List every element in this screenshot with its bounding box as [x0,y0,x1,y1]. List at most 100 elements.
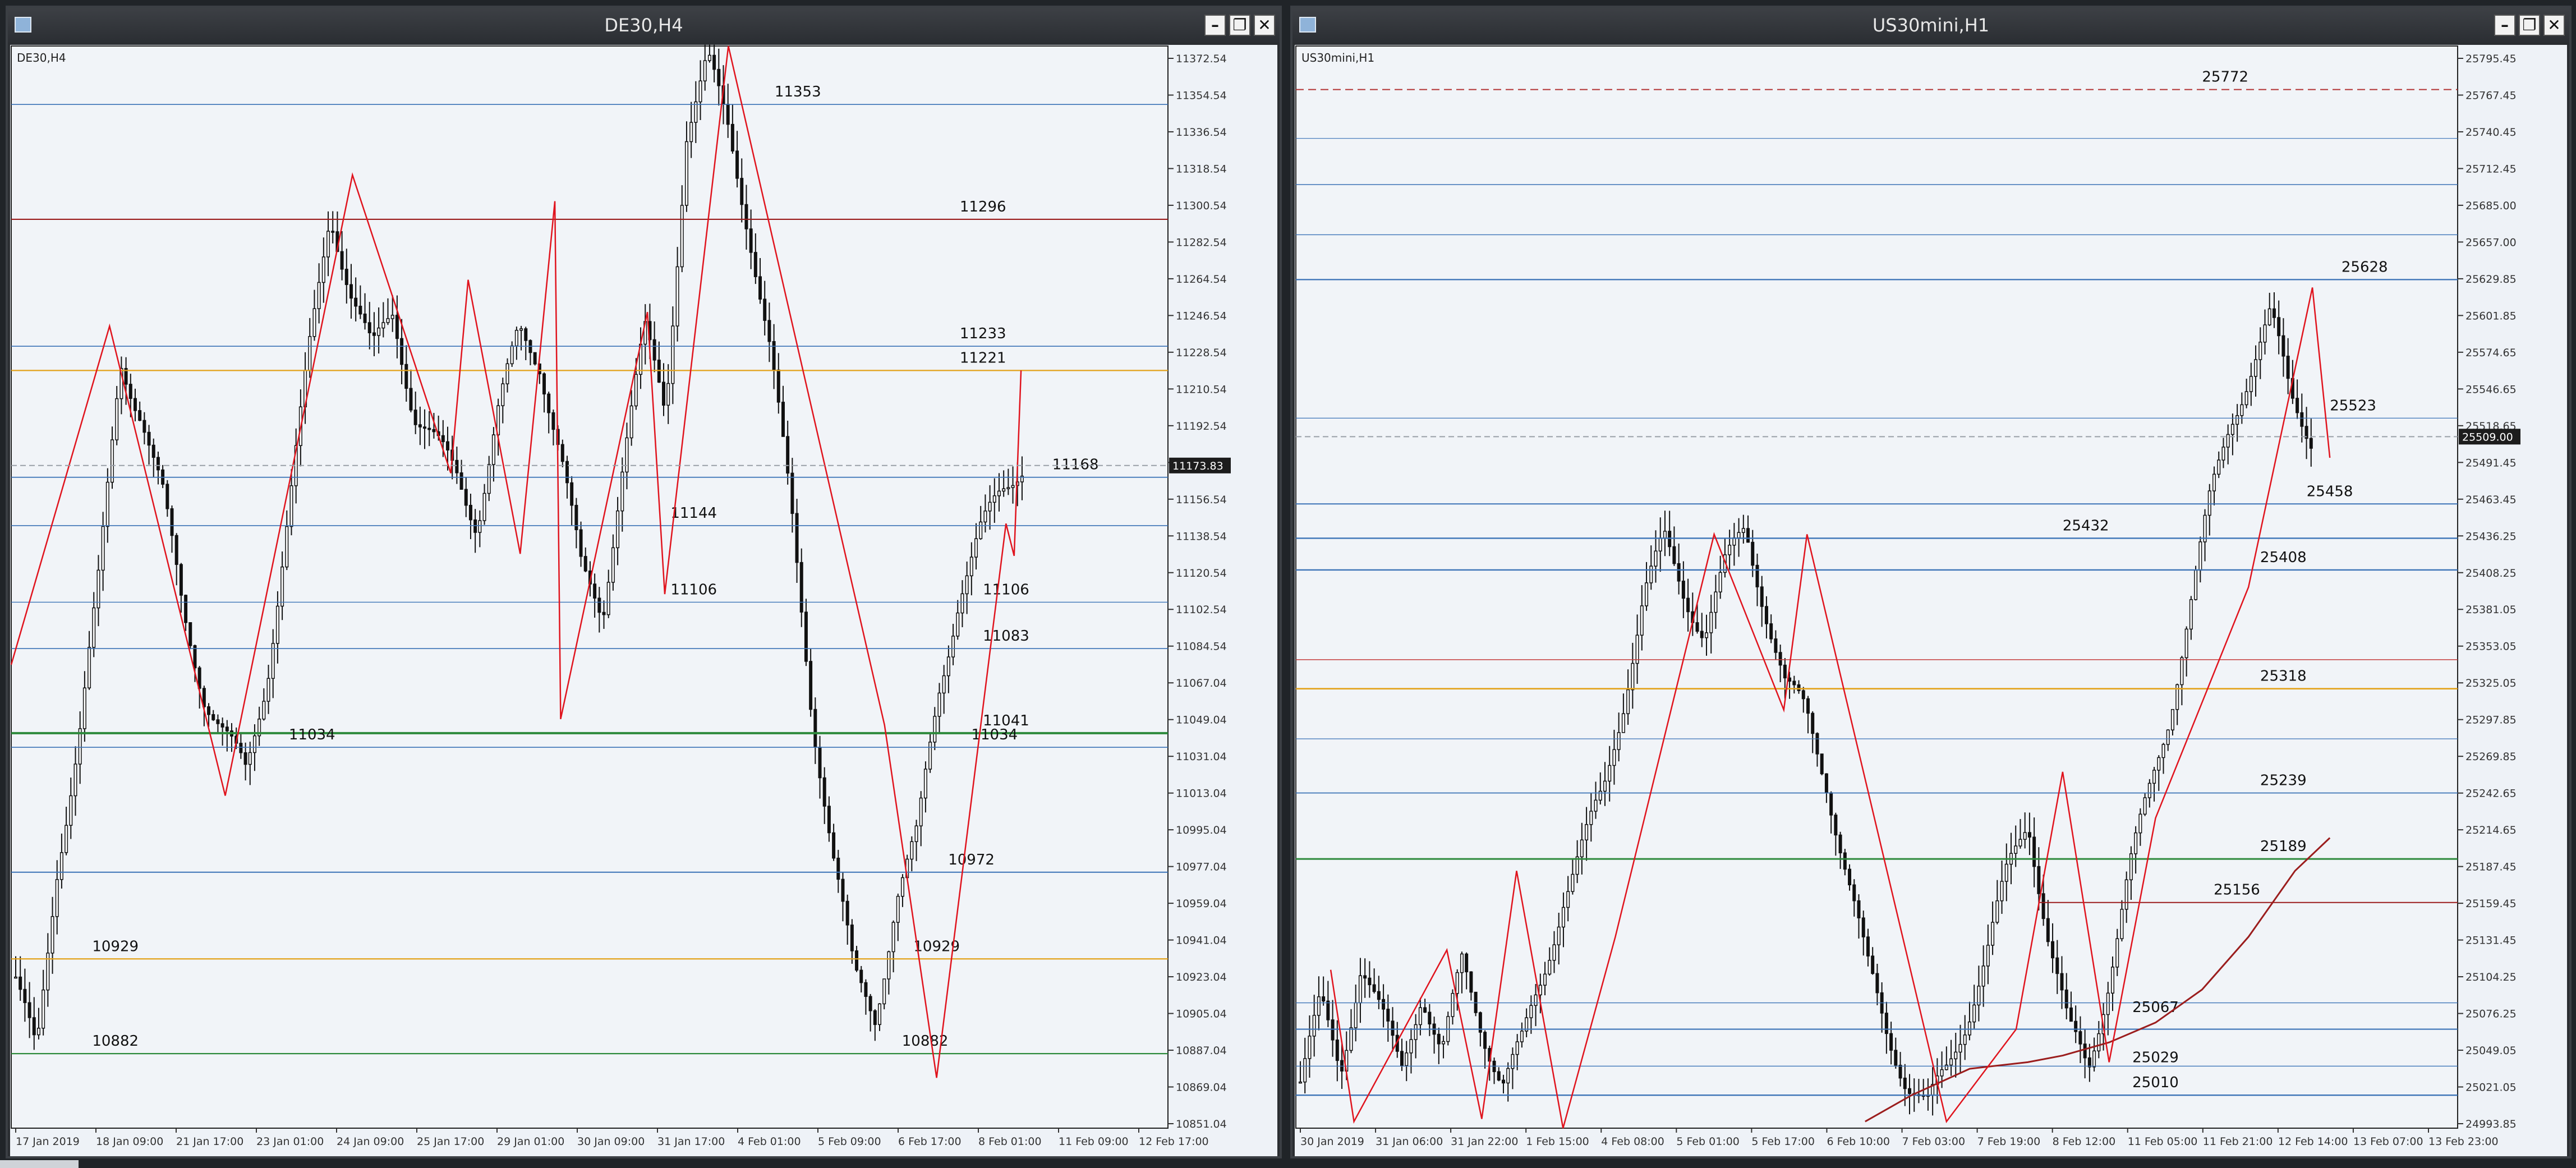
candle-body [923,769,927,799]
candle-body [662,381,665,406]
candle-body [1617,732,1621,750]
price-level-label: 25432 [2063,517,2109,534]
candle-body [2083,1043,2087,1059]
x-tick-label: 23 Jan 01:00 [256,1135,324,1148]
candle-body [1981,965,1985,987]
x-tick-label: 29 Jan 01:00 [497,1135,564,1148]
candle-body [832,832,836,859]
y-tick-label: 25104.25 [2465,971,2517,983]
candle-body [1363,975,1367,979]
y-tick-label: 25049.05 [2465,1045,2517,1057]
restore-button[interactable]: ❐ [2519,15,2540,36]
candle-body [69,795,73,826]
price-level-label: 10929 [92,938,139,955]
candle-body [790,472,794,514]
price-level-label: 25067 [2132,999,2179,1016]
candle-body [1967,1021,1971,1036]
y-tick-label: 11210.54 [1176,383,1227,396]
candle-body [786,436,790,474]
price-level-label: 11106 [983,581,1029,598]
candle-body [1654,550,1658,567]
candle-body [629,405,633,439]
y-tick-label: 11013.04 [1176,788,1227,800]
candle-body [1006,487,1010,489]
candle-body [1995,900,1999,923]
y-tick-label: 24993.85 [2465,1118,2517,1130]
candle-body [1322,996,1326,1002]
candle-body [1894,1050,1898,1066]
candle-body [1871,955,1875,974]
candle-body [2207,490,2211,516]
candle-body [1788,677,1792,682]
x-tick-label: 30 Jan 2019 [1300,1135,1364,1148]
x-tick-label: 7 Feb 19:00 [1977,1135,2041,1148]
y-tick-label: 25740.45 [2465,126,2517,139]
candle-body [36,1028,40,1036]
candle-body [868,996,872,1011]
candle-body [50,916,54,954]
candle-body [684,141,688,206]
candle-body [992,495,996,503]
candle-body [133,398,137,411]
candle-body [427,427,431,430]
candle-body [65,825,68,853]
candle-body [2166,729,2170,745]
candle-body [2051,941,2055,959]
candle-body [455,459,459,473]
candle-body [611,547,615,583]
candle-body [2092,1050,2096,1068]
price-level-label: 25239 [2260,772,2307,789]
candle-body [2244,391,2248,406]
candle-body [1455,972,1459,994]
restore-button[interactable]: ❐ [1229,15,1250,36]
y-tick-label: 25381.05 [2465,604,2517,616]
minimize-button[interactable]: – [1204,15,1226,36]
y-tick-label: 25767.45 [2465,89,2517,102]
candle-body [1011,485,1015,488]
candle-body [19,976,22,990]
candle-body [1764,606,1768,624]
candle-body [2277,317,2281,337]
candle-body [409,388,413,411]
x-tick-label: 5 Feb 17:00 [1751,1135,1815,1148]
candle-body [1940,1069,1944,1077]
candle-body [243,752,247,765]
x-tick-label: 31 Jan 22:00 [1451,1135,1518,1148]
minimize-button[interactable]: – [2494,15,2515,36]
y-tick-label: 25712.45 [2465,163,2517,175]
candle-body [1958,1043,1962,1053]
candle-body [1681,581,1685,599]
close-button[interactable]: ✕ [2543,15,2565,36]
candle-body [804,611,808,662]
y-tick-label: 25491.45 [2465,457,2517,469]
candle-body [735,150,739,179]
candle-body [850,925,854,951]
candle-body [1866,936,1870,957]
candle-body [625,437,629,473]
y-tick-label: 25657.00 [2465,236,2517,249]
candle-body [1312,1015,1316,1037]
candle-body [2143,797,2147,815]
candle-body [657,360,661,383]
chart-symbol-label: US30mini,H1 [1301,51,1374,65]
candle-body [974,538,978,558]
de30-chart[interactable]: DE30,H4 11372.54 11354.54 11336.54 11318.54 1… [10,45,1277,1156]
y-tick-label: 25269.85 [2465,751,2517,763]
y-tick-label: 11156.54 [1176,494,1227,506]
x-tick-label: 12 Feb 17:00 [1139,1135,1209,1148]
candle-body [88,647,91,689]
y-tick-label: 11120.54 [1176,567,1227,580]
candle-body [252,735,256,753]
candle-body [2129,853,2133,881]
candle-body [1460,953,1464,973]
x-tick-label: 6 Feb 10:00 [1827,1135,1890,1148]
de30-titlebar[interactable]: DE30,H4 – ❐ ✕ [8,8,1280,43]
candle-body [207,706,211,715]
candle-body [675,266,679,327]
close-button[interactable]: ✕ [1254,15,1275,36]
us30mini-titlebar[interactable]: US30mini,H1 – ❐ ✕ [1292,8,2569,43]
candle-body [1548,960,1552,975]
candle-body [2249,376,2253,392]
candle-body [2069,1007,2073,1022]
us30mini-chart[interactable]: US30mini,H1 25795.45 25767.45 25740.45 25712… [1295,45,2567,1156]
